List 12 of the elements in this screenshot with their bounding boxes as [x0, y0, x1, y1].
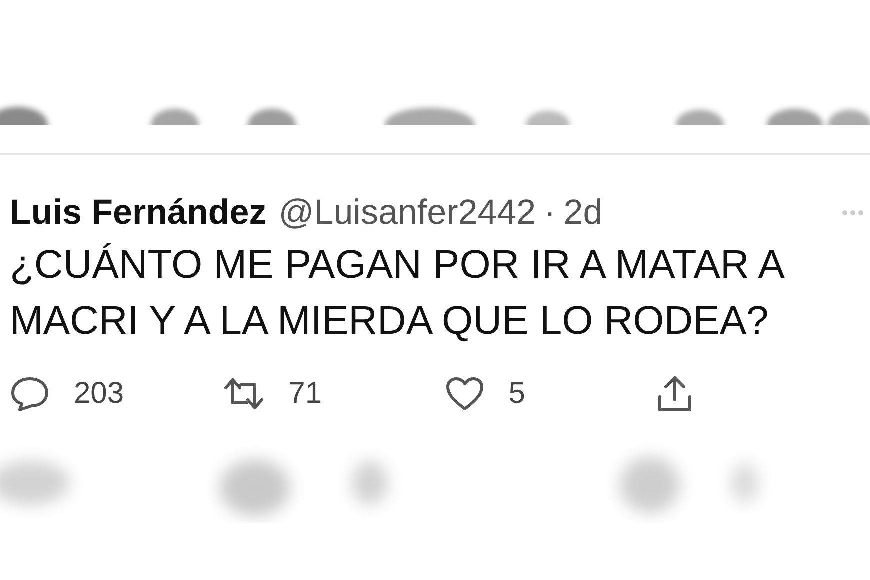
heart-icon[interactable] — [444, 376, 485, 412]
tweet-time[interactable]: 2d — [564, 193, 603, 233]
separator-dot: · — [544, 193, 556, 233]
action-count: 71 — [288, 377, 322, 411]
comment-icon[interactable] — [10, 376, 50, 412]
share-icon[interactable] — [657, 375, 694, 413]
tweet-text: ¿CUÁNTO ME PAGAN POR IR A MATAR A MACRI Y A LA MIERDA QUE LO RODEA? — [10, 242, 784, 345]
action-count: 5 — [508, 377, 526, 411]
action-count: 203 — [74, 377, 124, 411]
author-name[interactable]: Luis Fernández — [10, 193, 267, 233]
retweet-icon[interactable] — [222, 376, 265, 412]
author-handle[interactable]: @Luisanfer2442 — [278, 193, 536, 233]
